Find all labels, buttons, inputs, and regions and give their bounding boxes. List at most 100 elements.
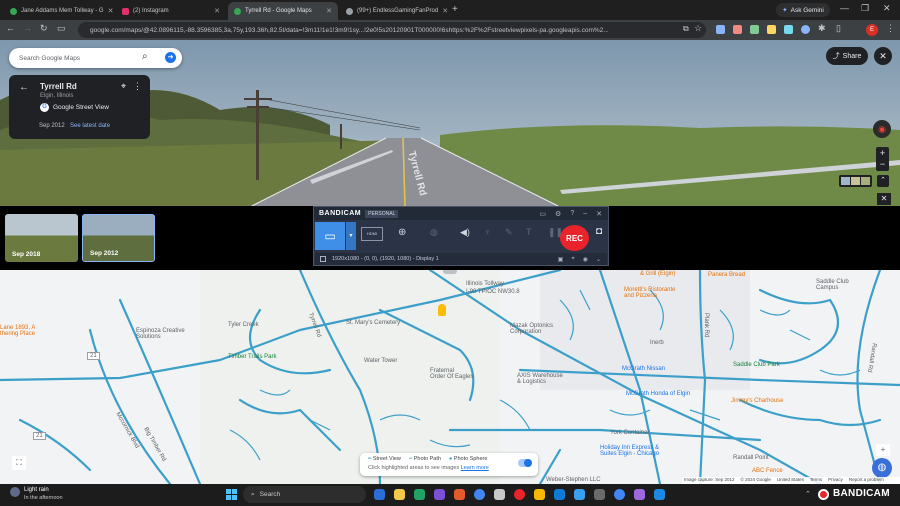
close-icon[interactable]: ✕ bbox=[596, 210, 602, 218]
screen-mode-button[interactable]: ▭ bbox=[315, 222, 345, 250]
taskbar-search-box[interactable]: ⌕ Search bbox=[243, 486, 366, 503]
microphone-off-icon[interactable]: ♆ bbox=[484, 227, 491, 237]
forward-arrow-icon[interactable]: → bbox=[23, 23, 32, 33]
hdmi-mode-button[interactable]: HDMI bbox=[361, 227, 383, 241]
map-label-jimmys[interactable]: Jimmy's Charhouse bbox=[731, 398, 784, 404]
extension-icon-1[interactable] bbox=[716, 25, 725, 34]
map-label-saddle-park[interactable]: Saddle Club Park bbox=[733, 362, 780, 368]
weather-icon[interactable] bbox=[10, 487, 20, 497]
new-tab-button[interactable]: + bbox=[452, 4, 458, 15]
taskbar-app-11[interactable] bbox=[574, 489, 585, 500]
zoom-in-button[interactable]: + bbox=[876, 147, 889, 159]
close-timeline-button[interactable]: ✕ bbox=[877, 193, 891, 205]
map-drag-handle[interactable] bbox=[443, 270, 457, 274]
map-label-panera[interactable]: Panera Bread bbox=[708, 272, 745, 278]
taskbar-chrome-icon-2[interactable] bbox=[614, 489, 625, 500]
close-tab-icon[interactable]: ✕ bbox=[108, 7, 114, 15]
tab-google-maps[interactable]: Tyrrell Rd - Google Maps ✕ bbox=[228, 2, 338, 20]
extension-icon-5[interactable] bbox=[784, 25, 793, 34]
close-street-view-button[interactable]: ✕ bbox=[874, 47, 892, 65]
windows-start-icon[interactable] bbox=[226, 489, 237, 500]
taskbar-app-5[interactable] bbox=[454, 489, 465, 500]
draw-icon[interactable]: ✎ bbox=[505, 227, 513, 238]
profile-avatar[interactable]: E bbox=[866, 24, 878, 36]
timeline-thumb-2018[interactable]: Sep 2018 bbox=[5, 214, 78, 262]
taskbar-app-12[interactable] bbox=[594, 489, 605, 500]
region-checkbox[interactable] bbox=[320, 256, 326, 262]
cursor-icon[interactable]: ⌖ bbox=[571, 256, 574, 263]
map-label-morettis[interactable]: Moretti's Ristorante and Pizzeria bbox=[624, 287, 676, 299]
back-arrow-icon[interactable]: ← bbox=[19, 82, 29, 93]
folder-icon[interactable]: ▭ bbox=[539, 210, 546, 218]
close-tab-icon[interactable]: ✕ bbox=[326, 7, 332, 15]
screenshot-camera-icon[interactable]: ◘ bbox=[596, 226, 602, 237]
taskbar-app-14[interactable] bbox=[634, 489, 645, 500]
settings-gear-icon[interactable]: ⚙ bbox=[555, 210, 561, 218]
menu-kebab-icon[interactable]: ⋮ bbox=[886, 23, 895, 34]
close-tab-icon[interactable]: ✕ bbox=[442, 7, 448, 15]
map-label-randall-point[interactable]: Randall Point bbox=[733, 455, 769, 461]
taskbar-chrome-icon[interactable] bbox=[474, 489, 485, 500]
mode-dropdown-icon[interactable]: ▾ bbox=[346, 222, 356, 250]
taskbar-app-1[interactable] bbox=[374, 489, 385, 500]
capture-settings-icon[interactable]: ▣ bbox=[558, 256, 564, 263]
map-label-grill[interactable]: & Grill (Elgin) bbox=[640, 271, 675, 277]
pegman-icon[interactable] bbox=[438, 304, 446, 316]
map-label-st-marys[interactable]: St. Mary's Cemetery bbox=[346, 320, 400, 326]
timeline-thumb-2012[interactable]: Sep 2012 bbox=[82, 214, 155, 262]
help-icon[interactable]: ? bbox=[570, 210, 574, 218]
bookmark-star-icon[interactable]: ☆ bbox=[694, 23, 702, 34]
zoom-out-button[interactable]: − bbox=[876, 159, 889, 170]
map-label-holiday-inn[interactable]: Holiday Inn Express & Suites Elgin - Chi… bbox=[600, 445, 659, 457]
expand-icon[interactable]: ⌄ bbox=[596, 256, 601, 263]
map-label-mazak[interactable]: Mazak Optonics Corporation bbox=[510, 323, 553, 335]
tab-search-icon[interactable]: ▭ bbox=[57, 23, 66, 34]
game-mode-icon[interactable]: ⊕ bbox=[398, 227, 406, 238]
taskbar-app-10[interactable] bbox=[554, 489, 565, 500]
map-label-fraternal[interactable]: Fraternal Order Of Eagles bbox=[430, 368, 473, 380]
street-view-toggle[interactable] bbox=[518, 459, 532, 467]
minimize-button[interactable]: — bbox=[840, 3, 849, 13]
weather-title[interactable]: Light rain bbox=[24, 487, 49, 493]
fullscreen-icon[interactable]: ⛶ bbox=[12, 456, 26, 470]
map-label-1893[interactable]: Lane 1893, A thering Place bbox=[0, 325, 35, 337]
map-pin-icon[interactable]: ⌖ bbox=[121, 81, 126, 92]
search-icon[interactable]: ⌕ bbox=[142, 51, 148, 62]
taskbar-app-7[interactable] bbox=[494, 489, 505, 500]
speaker-icon[interactable]: ◀) bbox=[460, 227, 470, 238]
map-view[interactable]: Tyler Creek Espinoza Creative Solutions … bbox=[0, 270, 900, 484]
globe-icon[interactable]: ◍ bbox=[872, 458, 892, 478]
map-label-espinoza[interactable]: Espinoza Creative Solutions bbox=[136, 328, 185, 340]
layer-thumb-1[interactable] bbox=[841, 177, 850, 185]
taskbar-file-explorer-icon[interactable] bbox=[394, 489, 405, 500]
tray-chevron-icon[interactable]: ⌃ bbox=[805, 490, 811, 498]
map-zoom-in-button[interactable]: + bbox=[876, 444, 890, 456]
text-overlay-icon[interactable]: T bbox=[526, 227, 532, 237]
sidebar-icon[interactable]: ▯ bbox=[836, 23, 841, 34]
expand-up-icon[interactable]: ⌃ bbox=[877, 175, 889, 187]
extension-icon-2[interactable] bbox=[733, 25, 742, 34]
close-window-button[interactable]: ✕ bbox=[883, 3, 891, 14]
map-label-mcgrath-nissan[interactable]: McGrath Nissan bbox=[622, 366, 665, 372]
map-label-weber[interactable]: Weber-Stephen LLC bbox=[546, 477, 601, 483]
extensions-puzzle-icon[interactable]: ✱ bbox=[818, 23, 826, 34]
tab-instagram[interactable]: (2) Instagram ✕ bbox=[116, 2, 226, 20]
bandicam-tray-icon[interactable] bbox=[818, 489, 829, 500]
reload-icon[interactable]: ↻ bbox=[40, 23, 48, 34]
more-options-icon[interactable]: ⋮ bbox=[133, 81, 142, 92]
taskbar-app-4[interactable] bbox=[434, 489, 445, 500]
map-label-york[interactable]: York Container bbox=[610, 430, 649, 436]
tab-jane-addams[interactable]: Jane Addams Mem Tollway - G ✕ bbox=[4, 2, 114, 20]
map-label-mcgrath-honda[interactable]: McGrath Honda of Elgin bbox=[626, 391, 690, 397]
see-latest-link[interactable]: See latest date bbox=[70, 123, 110, 129]
map-label-axis[interactable]: AXIS Warehouse & Logistics bbox=[517, 373, 563, 385]
back-arrow-icon[interactable]: ← bbox=[6, 23, 15, 33]
taskbar-app-15[interactable] bbox=[654, 489, 665, 500]
share-button[interactable]: ⤴ Share bbox=[826, 47, 868, 65]
maximize-button[interactable]: ❐ bbox=[861, 3, 869, 14]
install-app-icon[interactable]: ⧉ bbox=[683, 24, 689, 34]
tab-endless-gaming[interactable]: (99+) EndlessGamingFanProd ✕ bbox=[340, 2, 450, 20]
extension-icon-6[interactable] bbox=[801, 25, 810, 34]
learn-more-link[interactable]: Learn more bbox=[461, 465, 489, 471]
compass-icon[interactable]: ◉ bbox=[873, 120, 891, 138]
